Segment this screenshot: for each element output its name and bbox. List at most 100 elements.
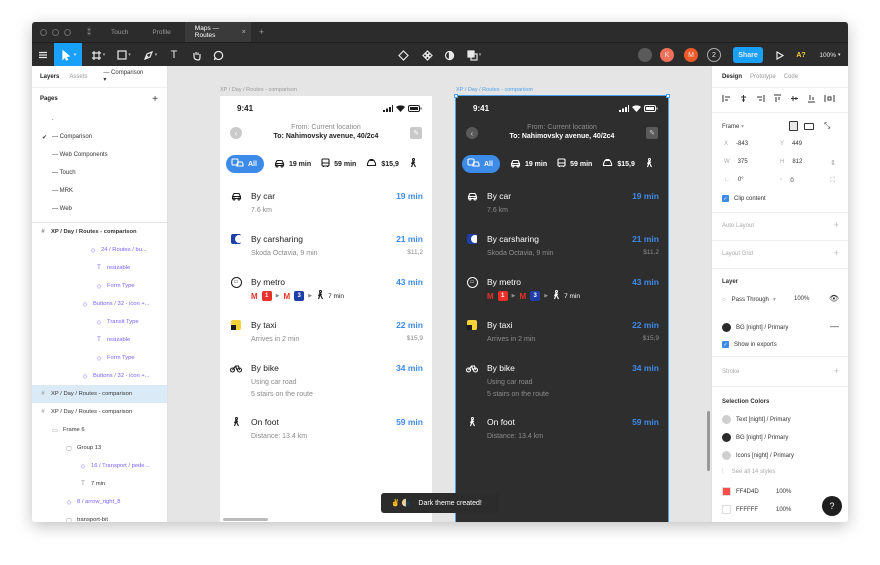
selection-color-row[interactable]: Icons [night] / Primary: [722, 451, 794, 460]
tab-assets[interactable]: Assets: [69, 74, 87, 80]
layer-row[interactable]: ▢ transport-bit: [32, 511, 167, 522]
route-option[interactable]: By taxi 22 min $15,9 Arrives in 2 min: [220, 315, 432, 358]
hex-color-row[interactable]: FFFFFF 100%: [722, 505, 791, 514]
blend-mode-dropdown[interactable]: ○ Pass Through ▾: [722, 296, 776, 304]
frame-tool-button[interactable]: ▾: [86, 43, 110, 67]
share-button[interactable]: Share: [733, 47, 763, 63]
layer-row[interactable]: ◇ Form Type: [32, 277, 167, 295]
close-tab-icon[interactable]: ×: [242, 29, 246, 36]
frame-label-dark[interactable]: XP / Day / Routes - comparison: [456, 87, 533, 93]
frame-label-light[interactable]: XP / Day / Routes - comparison: [220, 87, 297, 93]
instance-button[interactable]: [418, 43, 436, 67]
tab-layers[interactable]: Layers: [40, 74, 59, 80]
layer-row[interactable]: # XP / Day / Routes - comparison: [32, 223, 167, 241]
figma-logo-icon[interactable]: ⁑: [87, 28, 91, 37]
see-all-styles-link[interactable]: ⁞ See all 14 styles: [722, 469, 775, 475]
page-item[interactable]: — MRK: [32, 182, 167, 200]
frame-type-dropdown[interactable]: Frame ▾: [722, 123, 744, 130]
vertical-scrollbar[interactable]: [707, 411, 710, 471]
align-top-icon[interactable]: [773, 94, 782, 103]
route-option[interactable]: By car 19 min 7.6 km: [456, 186, 668, 229]
mode-tab[interactable]: [645, 157, 653, 170]
dark-frame[interactable]: 9:41 ‹ From: Current location To: Nahimovsk…: [455, 95, 669, 522]
add-auto-layout-button[interactable]: +: [834, 220, 839, 230]
layer-row[interactable]: ▭ Frame 6: [32, 421, 167, 439]
pen-tool-button[interactable]: ▾: [138, 43, 162, 67]
mode-tab[interactable]: 59 min: [321, 158, 356, 170]
route-option[interactable]: By car 19 min 7.6 km: [220, 186, 432, 229]
mode-tab[interactable]: 19 min: [274, 159, 311, 170]
layer-row[interactable]: # XP / Day / Routes - comparison: [32, 403, 167, 421]
avatar[interactable]: K: [660, 48, 674, 62]
main-menu-button[interactable]: [32, 43, 54, 67]
layer-row[interactable]: ◇ Buttons / 32 - icon +...: [32, 367, 167, 385]
edit-route-button[interactable]: ✎: [410, 127, 422, 139]
layer-row[interactable]: # XP / Day / Routes - comparison: [32, 385, 167, 403]
page-item[interactable]: — Web: [32, 200, 167, 218]
add-layout-grid-button[interactable]: +: [834, 248, 839, 258]
zoom-window-button[interactable]: [64, 28, 71, 36]
add-stroke-button[interactable]: +: [834, 366, 839, 376]
opacity-field[interactable]: 100%: [794, 296, 809, 302]
layer-row[interactable]: Tresizable: [32, 331, 167, 349]
hand-tool-button[interactable]: [186, 43, 206, 67]
hex-color-row[interactable]: FF4D4D 100%: [722, 487, 791, 496]
route-option[interactable]: By taxi 22 min $15,9 Arrives in 2 min: [456, 315, 668, 358]
tab-prototype[interactable]: Prototype: [750, 74, 776, 80]
tab-maps-routes[interactable]: Maps — Routes ×: [184, 22, 251, 42]
w-field[interactable]: W 375: [724, 159, 748, 165]
resize-handle[interactable]: [454, 94, 458, 98]
remove-fill-button[interactable]: —: [830, 321, 839, 331]
present-button[interactable]: [772, 43, 786, 67]
radius-field[interactable]: ◜ 0: [780, 177, 794, 184]
route-option[interactable]: By bike 34 min Using car road 5 stairs on t…: [220, 358, 432, 412]
route-option[interactable]: On foot 59 min Distance: 13.4 km: [220, 412, 432, 455]
mode-tab[interactable]: $15,9: [602, 158, 635, 170]
tab-profile[interactable]: Profile: [142, 22, 180, 42]
page-select[interactable]: — Comparison ▾: [103, 70, 157, 83]
zoom-dropdown[interactable]: 100% ▾: [814, 43, 846, 67]
h-field[interactable]: H 812: [780, 159, 802, 165]
visibility-icon[interactable]: 👁: [829, 294, 839, 303]
comment-tool-button[interactable]: [208, 43, 228, 67]
align-right-icon[interactable]: [756, 94, 765, 103]
route-option[interactable]: By bike 34 min Using car road 5 stairs on t…: [456, 358, 668, 412]
layer-row[interactable]: ◇ 8 / arrow_right_8: [32, 493, 167, 511]
help-button[interactable]: ?: [822, 496, 842, 516]
mode-tab[interactable]: All: [226, 155, 264, 173]
shape-tool-button[interactable]: ▾: [112, 43, 136, 67]
component-tool-button[interactable]: [394, 43, 412, 67]
route-option[interactable]: By carsharing 21 min $11,2 Skoda Octavia, 9…: [220, 229, 432, 272]
portrait-icon[interactable]: [789, 121, 798, 131]
x-field[interactable]: X -843: [724, 141, 748, 147]
close-window-button[interactable]: [40, 28, 47, 36]
boolean-button[interactable]: ▾: [462, 43, 486, 67]
accessibility-button[interactable]: A?: [790, 43, 812, 67]
selection-color-row[interactable]: BG [night] / Primary: [722, 433, 788, 442]
page-item[interactable]: — Touch: [32, 164, 167, 182]
avatar[interactable]: [638, 48, 652, 62]
mask-button[interactable]: [440, 43, 458, 67]
move-tool-button[interactable]: ▾: [54, 43, 82, 67]
avatar[interactable]: M: [684, 48, 698, 62]
route-option[interactable]: ▭ By metro 43 min M 1 ▶ M 3 ▶ 7 min: [220, 272, 432, 315]
y-field[interactable]: Y 449: [780, 141, 802, 147]
clip-content-checkbox[interactable]: ✓ Clip content: [722, 195, 766, 202]
tab-code[interactable]: Code: [784, 74, 798, 80]
layer-row[interactable]: ◇ Buttons / 32 - icon +...: [32, 295, 167, 313]
edit-route-button[interactable]: ✎: [646, 127, 658, 139]
page-item[interactable]: .: [32, 110, 167, 128]
mode-tab[interactable]: All: [462, 155, 500, 173]
independent-corners-icon[interactable]: ⛶: [830, 177, 835, 185]
resize-handle[interactable]: [666, 94, 670, 98]
mode-tab[interactable]: 19 min: [510, 159, 547, 170]
text-tool-button[interactable]: T: [164, 43, 184, 67]
page-item[interactable]: — Web Components: [32, 146, 167, 164]
route-option[interactable]: On foot 59 min Distance: 13.4 km: [456, 412, 668, 455]
selection-color-row[interactable]: Text [night] / Primary: [722, 415, 791, 424]
align-bottom-icon[interactable]: [807, 94, 816, 103]
distribute-icon[interactable]: [824, 94, 835, 103]
minimize-window-button[interactable]: [52, 28, 59, 36]
align-left-icon[interactable]: [722, 94, 731, 103]
route-option[interactable]: By carsharing 21 min $11,2 Skoda Octavia, 9…: [456, 229, 668, 272]
